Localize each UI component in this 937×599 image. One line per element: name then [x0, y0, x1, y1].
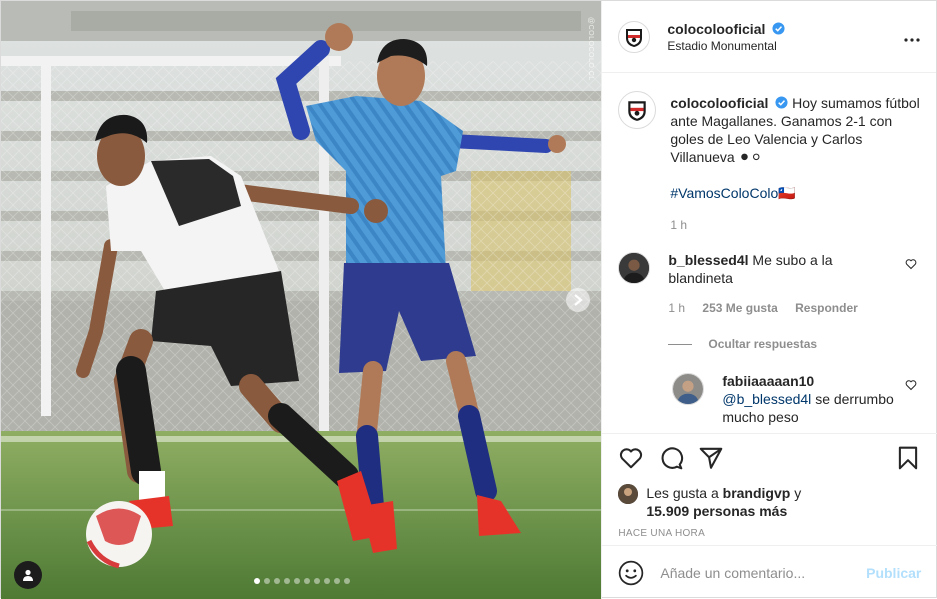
comment-item: b_blessed4l Me subo a la blandineta 1 h …: [618, 252, 921, 317]
tagged-users-button[interactable]: [14, 561, 42, 589]
reply-mention[interactable]: @b_blessed4l: [722, 391, 811, 407]
smiley-icon[interactable]: [618, 560, 644, 586]
caption-username[interactable]: colocolooficial: [670, 95, 768, 111]
post-photo[interactable]: @COLOCOLO.CL: [1, 1, 602, 599]
user-photo-icon: [673, 374, 704, 404]
carousel-dot: [283, 578, 290, 584]
bookmark-icon[interactable]: [895, 445, 921, 471]
carousel-dot: [343, 578, 350, 584]
comments-list[interactable]: colocolooficial Hoy sumamos fútbol ante …: [602, 73, 937, 433]
user-photo-icon: [619, 253, 650, 283]
post-modal: @COLOCOLO.CL colocolooficial Estadio Mon…: [0, 0, 937, 599]
carousel-dot: [323, 578, 330, 584]
post-actions: Les gusta a brandigvp y 15.909 personas …: [602, 433, 937, 539]
author-avatar[interactable]: [618, 20, 651, 53]
heart-icon[interactable]: [618, 445, 644, 471]
next-image-button[interactable]: [566, 288, 590, 312]
share-icon[interactable]: [698, 445, 724, 471]
likes-prefix: Les gusta a: [646, 485, 719, 501]
caption-hashtag[interactable]: #VamosColoColo: [670, 185, 778, 201]
likes-summary: Les gusta a brandigvp y 15.909 personas …: [618, 484, 921, 520]
user-tag-icon: [23, 569, 33, 581]
more-dots-icon: [904, 38, 920, 42]
first-liker[interactable]: brandigvp: [723, 485, 791, 501]
carousel-dot: [313, 578, 320, 584]
post-header: colocolooficial Estadio Monumental: [602, 1, 936, 73]
comment-time[interactable]: 1 h: [668, 301, 685, 315]
carousel-dot: [263, 578, 270, 584]
add-comment-bar: Publicar: [602, 545, 937, 599]
reply-username[interactable]: fabiiaaaaan10: [722, 373, 814, 389]
carousel-dot: [253, 578, 260, 584]
carousel-indicator: [1, 578, 601, 584]
reply-avatar[interactable]: [672, 373, 705, 405]
caption-avatar[interactable]: [618, 91, 657, 129]
carousel-dot: [293, 578, 300, 584]
likes-connector: y: [794, 485, 802, 501]
club-crest-icon: [626, 28, 643, 47]
reply-button[interactable]: Responder: [795, 301, 858, 315]
comment-username[interactable]: b_blessed4l: [668, 252, 748, 268]
hide-replies-button[interactable]: Ocultar respuestas: [668, 337, 921, 351]
post-timestamp[interactable]: HACE UNA HORA: [618, 528, 921, 539]
photo-watermark: @COLOCOLO.CL: [587, 17, 594, 81]
carousel-dot: [273, 578, 280, 584]
flag-emoji: 🇨🇱: [778, 185, 796, 201]
comment-icon[interactable]: [658, 445, 684, 471]
verified-badge-icon: [775, 96, 788, 109]
carousel-dot: [303, 578, 310, 584]
caption: colocolooficial Hoy sumamos fútbol ante …: [618, 91, 921, 234]
comment-like-heart-icon[interactable]: [905, 258, 917, 270]
carousel-dot: [333, 578, 340, 584]
reply-item: fabiiaaaaan10 @b_blessed4l se derrumbo m…: [672, 373, 921, 426]
soccer-photo: [1, 1, 602, 599]
liker-avatar[interactable]: [618, 484, 639, 504]
divider-line: [668, 343, 693, 345]
club-crest-icon: [628, 101, 647, 121]
author-username[interactable]: colocolooficial: [667, 21, 765, 37]
reply-like-heart-icon[interactable]: [905, 379, 917, 391]
verified-badge-icon: [772, 21, 785, 35]
commenter-avatar[interactable]: [618, 252, 651, 284]
caption-time[interactable]: 1 h: [670, 218, 687, 232]
chevron-right-icon: [574, 294, 583, 306]
post-location[interactable]: Estadio Monumental: [667, 39, 904, 53]
hide-replies-label: Ocultar respuestas: [708, 337, 818, 351]
user-photo-icon: [618, 484, 639, 504]
more-options-button[interactable]: [904, 26, 920, 47]
post-sidebar: colocolooficial Estadio Monumental coloc…: [601, 1, 937, 599]
likes-count[interactable]: 15.909 personas más: [646, 503, 787, 519]
comment-likes[interactable]: 253 Me gusta: [702, 301, 777, 315]
comment-input[interactable]: [660, 564, 867, 581]
publish-button[interactable]: Publicar: [866, 565, 921, 581]
